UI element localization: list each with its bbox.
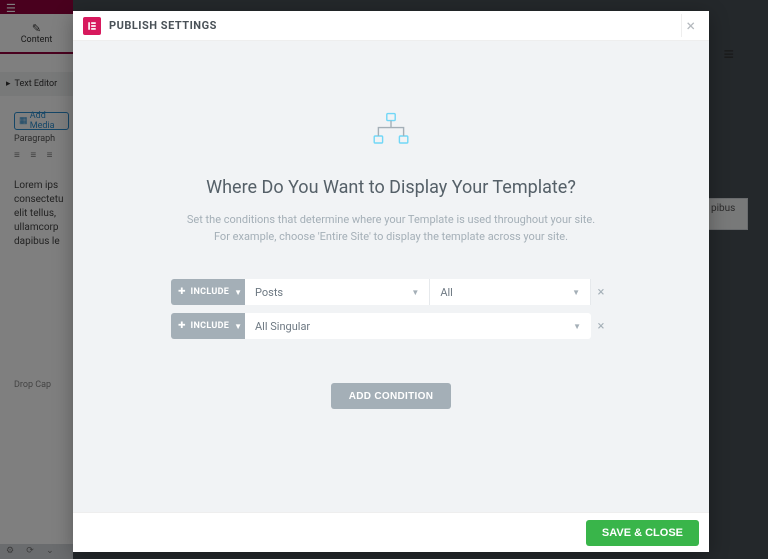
elementor-logo-icon [83,17,101,35]
save-and-close-button[interactable]: SAVE & CLOSE [586,520,699,546]
chevron-down-icon: ▼ [234,288,242,297]
condition-row: ✚ INCLUDE ▼ All Singular ▼ × [171,313,611,339]
conditions-heading: Where Do You Want to Display Your Templa… [206,177,576,198]
include-label: INCLUDE [191,287,230,297]
include-label: INCLUDE [191,321,230,331]
remove-condition-icon[interactable]: × [591,285,611,300]
modal-header: PUBLISH SETTINGS × [73,11,709,41]
modal-title: PUBLISH SETTINGS [109,19,217,32]
select-value: All [440,286,453,299]
conditions-subtext: Set the conditions that determine where … [187,212,595,245]
chevron-down-icon: ▼ [411,288,419,297]
add-condition-button[interactable]: ADD CONDITION [331,383,451,409]
condition-type-select[interactable]: All Singular ▼ [245,313,591,339]
condition-row: ✚ INCLUDE ▼ Posts ▼ All ▼ × [171,279,611,305]
modal-footer: SAVE & CLOSE [73,512,709,552]
publish-settings-modal: PUBLISH SETTINGS × Where Do You Want to … [73,11,709,552]
chevron-down-icon: ▼ [573,322,581,331]
condition-type-select[interactable]: Posts ▼ [245,279,430,305]
include-toggle[interactable]: ✚ INCLUDE ▼ [171,279,245,305]
chevron-down-icon: ▼ [572,288,580,297]
close-icon[interactable]: × [681,14,699,37]
plus-icon: ✚ [178,321,186,331]
chevron-down-icon: ▼ [234,322,242,331]
modal-body: Where Do You Want to Display Your Templa… [73,41,709,512]
remove-condition-icon[interactable]: × [591,319,611,334]
sitemap-icon [370,111,412,147]
include-toggle[interactable]: ✚ INCLUDE ▼ [171,313,245,339]
plus-icon: ✚ [178,287,186,297]
select-value: Posts [255,286,283,299]
select-value: All Singular [255,320,310,333]
condition-subtype-select[interactable]: All ▼ [430,279,591,305]
conditions-list: ✚ INCLUDE ▼ Posts ▼ All ▼ × ✚ INCLUDE [171,279,611,339]
